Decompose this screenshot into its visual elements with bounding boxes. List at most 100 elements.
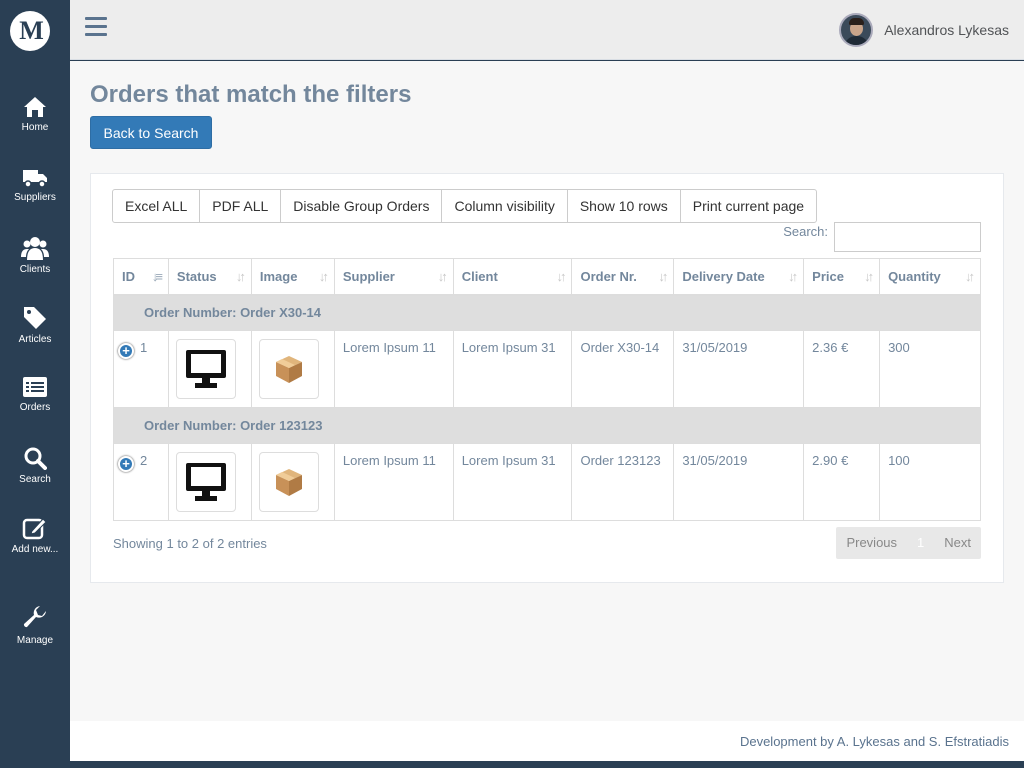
product-thumbnail[interactable] [258,452,319,512]
status-thumbnail [175,339,236,399]
disable-group-orders-button[interactable]: Disable Group Orders [280,189,443,223]
menu-toggle-icon[interactable] [85,17,108,41]
users-icon [21,237,49,260]
sidebar: M Home Suppliers Clients Articles Orders… [0,0,70,768]
cell-id: +1 [113,330,169,408]
logo-text: M [19,16,43,45]
expand-row-icon[interactable]: + [118,343,134,359]
user-menu[interactable]: Alexandros Lykesas [839,13,1009,47]
group-row[interactable]: Order Number: Order X30-14 [113,294,981,331]
show-rows-button[interactable]: Show 10 rows [566,189,681,223]
cell-supplier: Lorem Ipsum 11 [333,443,454,521]
sidebar-item-label: Suppliers [14,192,56,203]
column-label: Price [812,268,844,284]
wrench-icon [23,606,46,628]
column-header-status[interactable]: Status ↓↑ [167,258,252,296]
sidebar-item-label: Articles [18,334,52,345]
cell-client: Lorem Ipsum 31 [452,330,573,408]
column-label: Order Nr. [580,268,637,284]
column-label: Supplier [342,268,395,284]
row-id: 1 [140,340,148,355]
search-icon [24,447,47,470]
row-id: 2 [140,453,148,468]
top-nav: Alexandros Lykesas [70,0,1024,60]
cell-id: +2 [113,443,169,521]
sidebar-item-home[interactable]: Home [0,96,70,156]
home-icon [24,97,46,117]
cell-client: Lorem Ipsum 31 [452,443,573,521]
user-name: Alexandros Lykesas [884,22,1009,38]
monitor-icon [185,463,226,501]
sort-icon: ↓↑ [437,269,448,284]
cell-order-nr: Order X30-14 [571,330,675,408]
sort-icon: ↓↑ [235,269,246,284]
cell-image [250,443,335,521]
sort-icon: ↓↑ [658,269,668,284]
cell-price: 2.36 € [803,330,881,408]
sort-icon: ↓↑ [965,269,975,284]
pagination: Previous 1 Next [836,527,981,559]
table-info: Showing 1 to 2 of 2 entries [113,536,267,551]
cell-delivery-date: 31/05/2019 [673,330,805,408]
main-content: Orders that match the filters Back to Se… [70,61,1024,721]
cell-image [250,330,335,408]
column-label: Status [176,268,217,284]
previous-page-button[interactable]: Previous [836,527,907,559]
sidebar-item-search[interactable]: Search [0,446,70,506]
list-icon [23,377,47,397]
excel-all-button[interactable]: Excel ALL [112,189,201,223]
sidebar-item-articles[interactable]: Articles [0,306,70,366]
expand-row-icon[interactable]: + [118,456,134,472]
column-visibility-button[interactable]: Column visibility [441,189,568,223]
sort-icon: ↓↑ [864,269,874,284]
table-row[interactable]: +2 Lorem Ipsum 11 Lorem Ipsum 31 Order 1… [113,443,981,521]
pdf-all-button[interactable]: PDF ALL [199,189,282,223]
group-label: Order Number: Order X30-14 [113,294,981,331]
cell-status [167,443,252,521]
column-header-id[interactable]: ID ↓≡ [113,258,169,296]
column-label: Image [259,268,298,284]
app-logo[interactable]: M [10,11,50,51]
page-number-button[interactable]: 1 [907,527,934,559]
sort-icon: ↓↑ [318,269,329,284]
column-header-image[interactable]: Image ↓↑ [250,258,335,296]
cell-delivery-date: 31/05/2019 [673,443,805,521]
sidebar-item-label: Add new... [11,544,59,555]
search-input[interactable] [834,222,981,252]
column-header-price[interactable]: Price ↓↑ [803,258,881,296]
column-header-order-nr[interactable]: Order Nr. ↓↑ [571,258,675,296]
back-to-search-button[interactable]: Back to Search [90,116,212,149]
sidebar-item-label: Manage [16,635,54,646]
avatar [839,13,874,47]
sidebar-item-orders[interactable]: Orders [0,376,70,436]
group-label: Order Number: Order 123123 [113,407,981,444]
search-label: Search: [783,224,828,239]
tag-icon [24,307,46,329]
group-row[interactable]: Order Number: Order 123123 [113,407,981,444]
sort-asc-icon: ↓≡ [151,269,163,284]
column-header-delivery-date[interactable]: Delivery Date ↓↑ [673,258,805,296]
status-thumbnail [175,452,236,512]
cell-quantity: 300 [879,330,981,408]
orders-table: ID ↓≡ Status ↓↑ Image ↓↑ Supplier ↓↑ Client ↓… [113,258,981,521]
table-search: Search: [783,222,981,252]
page-title: Orders that match the filters [90,81,412,108]
table-header-row: ID ↓≡ Status ↓↑ Image ↓↑ Supplier ↓↑ Client ↓… [113,258,981,296]
cell-price: 2.90 € [803,443,881,521]
print-page-button[interactable]: Print current page [679,189,818,223]
sidebar-item-clients[interactable]: Clients [0,236,70,296]
sidebar-item-label: Home [21,122,49,133]
column-header-supplier[interactable]: Supplier ↓↑ [333,258,454,296]
column-header-client[interactable]: Client ↓↑ [452,258,573,296]
product-thumbnail[interactable] [258,339,319,399]
sidebar-item-manage[interactable]: Manage [0,605,70,665]
column-header-quantity[interactable]: Quantity ↓↑ [879,258,981,296]
sidebar-item-add-new[interactable]: Add new... [0,516,70,576]
sort-icon: ↓↑ [556,269,566,284]
table-row[interactable]: +1 Lorem Ipsum 11 Lorem Ipsum 31 Order X… [113,330,981,408]
box-icon [275,469,302,496]
sidebar-item-suppliers[interactable]: Suppliers [0,168,70,228]
column-label: Quantity [888,268,941,284]
cell-supplier: Lorem Ipsum 11 [333,330,454,408]
next-page-button[interactable]: Next [934,527,981,559]
